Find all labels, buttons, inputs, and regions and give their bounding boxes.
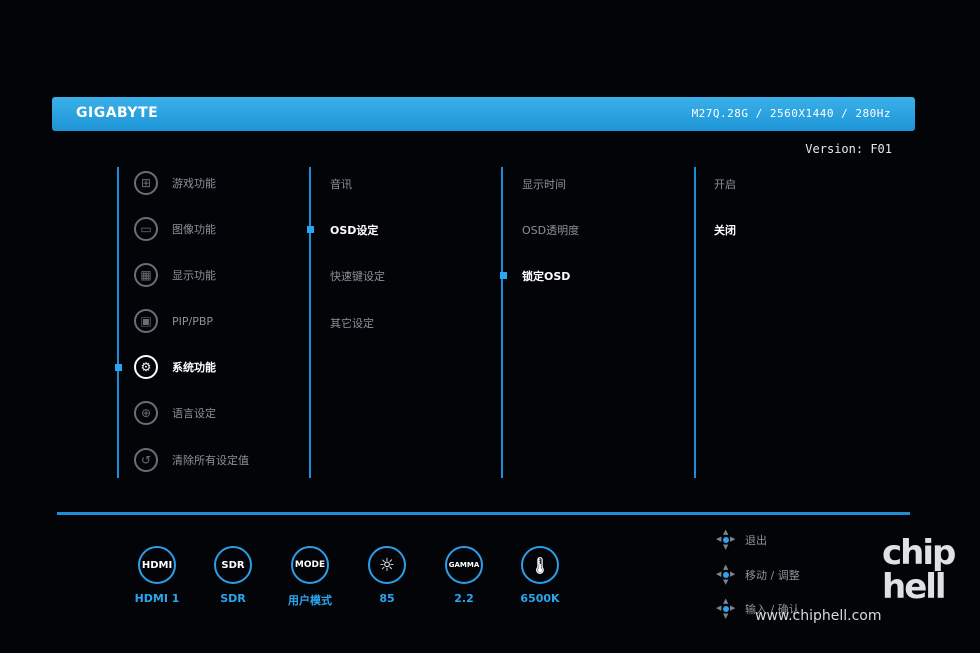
menu-item-label: 系统功能 xyxy=(172,361,216,374)
column-divider-3 xyxy=(501,167,503,478)
menu-item-label: 清除所有设定值 xyxy=(172,454,249,467)
mode-icon: MODE xyxy=(291,546,329,584)
column-divider-1 xyxy=(117,167,119,478)
menu-item-label: 语言设定 xyxy=(172,407,216,420)
menu-item-picture[interactable]: ▭ 图像功能 xyxy=(134,214,216,244)
osd-header: GIGABYTE M27Q.28G / 2560X1440 / 280Hz xyxy=(52,97,915,131)
pip-icon: ▣ xyxy=(134,309,158,333)
status-label: 85 xyxy=(379,592,395,605)
column-divider-2 xyxy=(309,167,311,478)
menu-item-pip-pbp[interactable]: ▣ PIP/PBP xyxy=(134,306,213,336)
status-input: HDMI HDMI 1 xyxy=(127,546,187,605)
status-color-temp: 🌡 6500K xyxy=(510,546,570,605)
option-lock-osd[interactable]: 锁定OSD xyxy=(522,268,570,284)
sdr-icon: SDR xyxy=(214,546,252,584)
status-label: 6500K xyxy=(520,592,560,605)
brightness-icon: ☼ xyxy=(368,546,406,584)
menu-item-language[interactable]: ⊕ 语言设定 xyxy=(134,398,216,428)
thermometer-icon: 🌡 xyxy=(521,546,559,584)
menu-item-label: 显示功能 xyxy=(172,269,216,282)
firmware-version: Version: F01 xyxy=(805,142,892,156)
menu-item-label: 图像功能 xyxy=(172,223,216,236)
model-info: M27Q.28G / 2560X1440 / 280Hz xyxy=(691,107,891,120)
menu-item-gaming[interactable]: ⊞ 游戏功能 xyxy=(134,168,216,198)
menu-item-label: PIP/PBP xyxy=(172,314,214,328)
status-label: HDMI 1 xyxy=(134,592,180,605)
nav-hint-exit: ◀ ▶ ▲ ▼ 退出 xyxy=(716,528,767,551)
selection-marker xyxy=(115,364,122,371)
menu-item-reset[interactable]: ↺ 清除所有设定值 xyxy=(134,445,249,475)
value-off[interactable]: 关闭 xyxy=(714,222,736,238)
option-display-time[interactable]: 显示时间 xyxy=(522,176,566,192)
watermark-url: www.chiphell.com xyxy=(755,608,882,624)
selection-marker xyxy=(500,272,507,279)
status-label: SDR xyxy=(220,592,246,605)
nav-hint-move: ◀ ▶ ▲ ▼ 移动 / 调整 xyxy=(716,563,800,586)
menu-item-system[interactable]: ⚙ 系统功能 xyxy=(134,352,216,382)
status-picture-mode: MODE 用户模式 xyxy=(280,546,340,608)
submenu-item-quick-switch[interactable]: 快速键设定 xyxy=(330,268,385,284)
gamma-icon: GAMMA xyxy=(445,546,483,584)
column-divider-4 xyxy=(694,167,696,478)
status-divider xyxy=(57,512,910,515)
brand-logo: GIGABYTE xyxy=(76,105,159,121)
joystick-press-icon: ◀ ▶ ▲ ▼ xyxy=(716,597,736,620)
selection-marker xyxy=(307,226,314,233)
status-dynamic-range: SDR SDR xyxy=(203,546,263,605)
submenu-item-audio[interactable]: 音讯 xyxy=(330,176,352,192)
picture-icon: ▭ xyxy=(134,217,158,241)
gamepad-icon: ⊞ xyxy=(134,171,158,195)
submenu-item-other-settings[interactable]: 其它设定 xyxy=(330,315,374,331)
option-osd-transparency[interactable]: OSD透明度 xyxy=(522,222,579,238)
gear-icon: ⚙ xyxy=(134,355,158,379)
chiphell-logo: chip hell xyxy=(882,533,956,607)
value-on[interactable]: 开启 xyxy=(714,176,736,192)
menu-item-label: 游戏功能 xyxy=(172,177,216,190)
hdmi-icon: HDMI xyxy=(138,546,176,584)
globe-icon: ⊕ xyxy=(134,401,158,425)
display-grid-icon: ▦ xyxy=(134,263,158,287)
status-brightness: ☼ 85 xyxy=(357,546,417,605)
reset-icon: ↺ xyxy=(134,448,158,472)
menu-item-display[interactable]: ▦ 显示功能 xyxy=(134,260,216,290)
status-label: 2.2 xyxy=(454,592,474,605)
joystick-move-icon: ◀ ▶ ▲ ▼ xyxy=(716,563,736,586)
status-label: 用户模式 xyxy=(288,594,332,607)
status-gamma: GAMMA 2.2 xyxy=(434,546,494,605)
joystick-left-icon: ◀ ▶ ▲ ▼ xyxy=(716,528,736,551)
submenu-item-osd-settings[interactable]: OSD设定 xyxy=(330,222,378,238)
